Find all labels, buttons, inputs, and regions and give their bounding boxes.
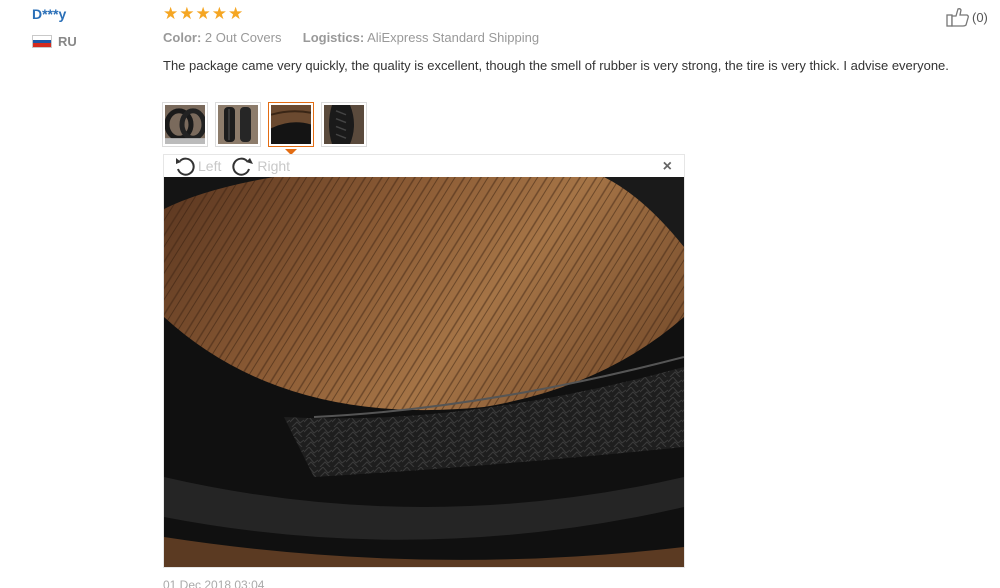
star-icon: ★	[179, 4, 195, 23]
star-icon: ★	[228, 4, 244, 23]
enlarged-tire-photo	[164, 177, 684, 567]
russia-flag-icon	[32, 35, 52, 48]
star-icon: ★	[163, 4, 179, 23]
rotate-left-icon	[176, 157, 195, 176]
photo-thumbnail[interactable]	[215, 102, 261, 147]
order-attributes: Color: 2 Out Covers Logistics: AliExpres…	[163, 30, 539, 45]
rotate-left-label: Left	[198, 158, 222, 174]
review-date: 01 Dec 2018 03:04	[163, 578, 265, 588]
tire-photo-1	[164, 105, 207, 144]
star-icon: ★	[211, 4, 227, 23]
rotate-left-button[interactable]: Left	[174, 156, 221, 176]
tire-photo-3	[270, 105, 312, 144]
viewer-toolbar: Left Right	[174, 156, 290, 176]
tire-photo-4	[324, 105, 364, 144]
photo-thumbnail-selected[interactable]	[268, 102, 314, 155]
star-rating: ★ ★ ★ ★ ★	[163, 5, 243, 23]
country-code: RU	[58, 34, 77, 49]
helpful-button[interactable]: (0)	[946, 7, 988, 27]
rotate-right-button[interactable]: Right	[231, 156, 290, 176]
close-viewer-button[interactable]: ×	[663, 159, 672, 175]
photo-thumbnail[interactable]	[162, 102, 208, 147]
review-text: The package came very quickly, the quali…	[163, 58, 949, 73]
reviewer-country: RU	[32, 34, 77, 49]
photo-viewer: Left Right ×	[163, 154, 685, 568]
rotate-right-label: Right	[257, 158, 291, 174]
photo-thumbnail[interactable]	[321, 102, 367, 147]
photo-thumbnails	[162, 102, 367, 155]
helpful-count: (0)	[972, 9, 988, 25]
color-label: Color:	[163, 30, 202, 45]
tire-photo-2	[218, 105, 258, 144]
color-value: 2 Out Covers	[204, 30, 282, 45]
thumbs-up-icon	[946, 8, 969, 27]
logistics-label: Logistics:	[302, 30, 365, 45]
star-icon: ★	[195, 4, 211, 23]
reviewer-name[interactable]: D***y	[32, 6, 66, 22]
logistics-value: AliExpress Standard Shipping	[367, 30, 540, 45]
rotate-right-icon	[232, 157, 254, 176]
